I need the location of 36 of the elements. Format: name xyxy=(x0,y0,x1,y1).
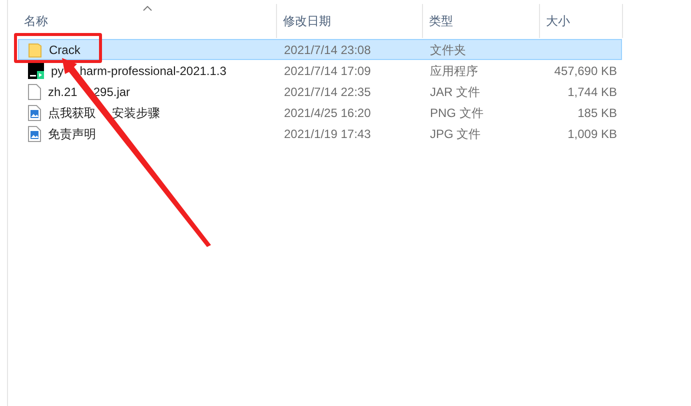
size-cell-text: 1,009 KB xyxy=(566,126,617,142)
type-cell-text: JPG 文件 xyxy=(429,126,482,142)
image-file-icon xyxy=(28,104,41,120)
type-cell-text: JAR 文件 xyxy=(429,84,482,100)
file-name: py xyxy=(51,62,64,80)
date-cell-text: 2021/7/14 23:08 xyxy=(283,42,372,58)
file-name: harm-professional-2021.1.3 xyxy=(80,62,226,80)
file-row[interactable]: 免责声明 2021/1/19 17:43 JPG 文件 1,009 KB xyxy=(18,123,622,144)
file-row[interactable]: 点我获取 安装步骤 2021/4/25 16:20 PNG 文件 185 KB xyxy=(18,102,622,123)
size-cell-text: 457,690 KB xyxy=(553,62,617,80)
file-name: Crack xyxy=(49,42,80,58)
size-cell-text: 185 KB xyxy=(576,104,617,122)
file-row[interactable]: zh.21 295.jar 2021/7/14 22:35 JAR 文件 1,744 KB xyxy=(18,81,622,102)
image-file-icon xyxy=(28,126,41,142)
file-name: 点我获取 xyxy=(48,104,96,122)
file-name: 295.jar xyxy=(93,84,130,100)
file-icon xyxy=(28,84,41,100)
file-name: 安装步骤 xyxy=(112,104,160,122)
size-cell-text: 1,744 KB xyxy=(566,84,617,100)
folder-icon xyxy=(28,42,42,58)
file-name: 免责声明 xyxy=(48,126,96,142)
file-row[interactable]: Crack 2021/7/14 23:08 文件夹 xyxy=(18,39,622,60)
app-icon xyxy=(28,62,44,78)
type-cell-text: PNG 文件 xyxy=(429,104,484,122)
column-header[interactable]: 类型 xyxy=(423,4,540,38)
column-header[interactable]: 名称 xyxy=(18,4,277,38)
file-name: zh.21 xyxy=(48,84,78,100)
column-header[interactable]: 修改日期 xyxy=(277,4,423,38)
date-cell-text: 2021/1/19 17:43 xyxy=(283,126,372,142)
date-cell-text: 2021/4/25 16:20 xyxy=(283,104,372,122)
type-cell-text: 文件夹 xyxy=(429,42,467,58)
date-cell-text: 2021/7/14 22:35 xyxy=(283,84,372,100)
column-header[interactable]: 大小 xyxy=(540,4,623,38)
type-cell-text: 应用程序 xyxy=(429,62,479,80)
file-row[interactable]: py harm-professional-2021.1.3 2021/7/14 17:09 应用程序 457,690 KB xyxy=(18,60,622,81)
date-cell-text: 2021/7/14 17:09 xyxy=(283,62,372,80)
